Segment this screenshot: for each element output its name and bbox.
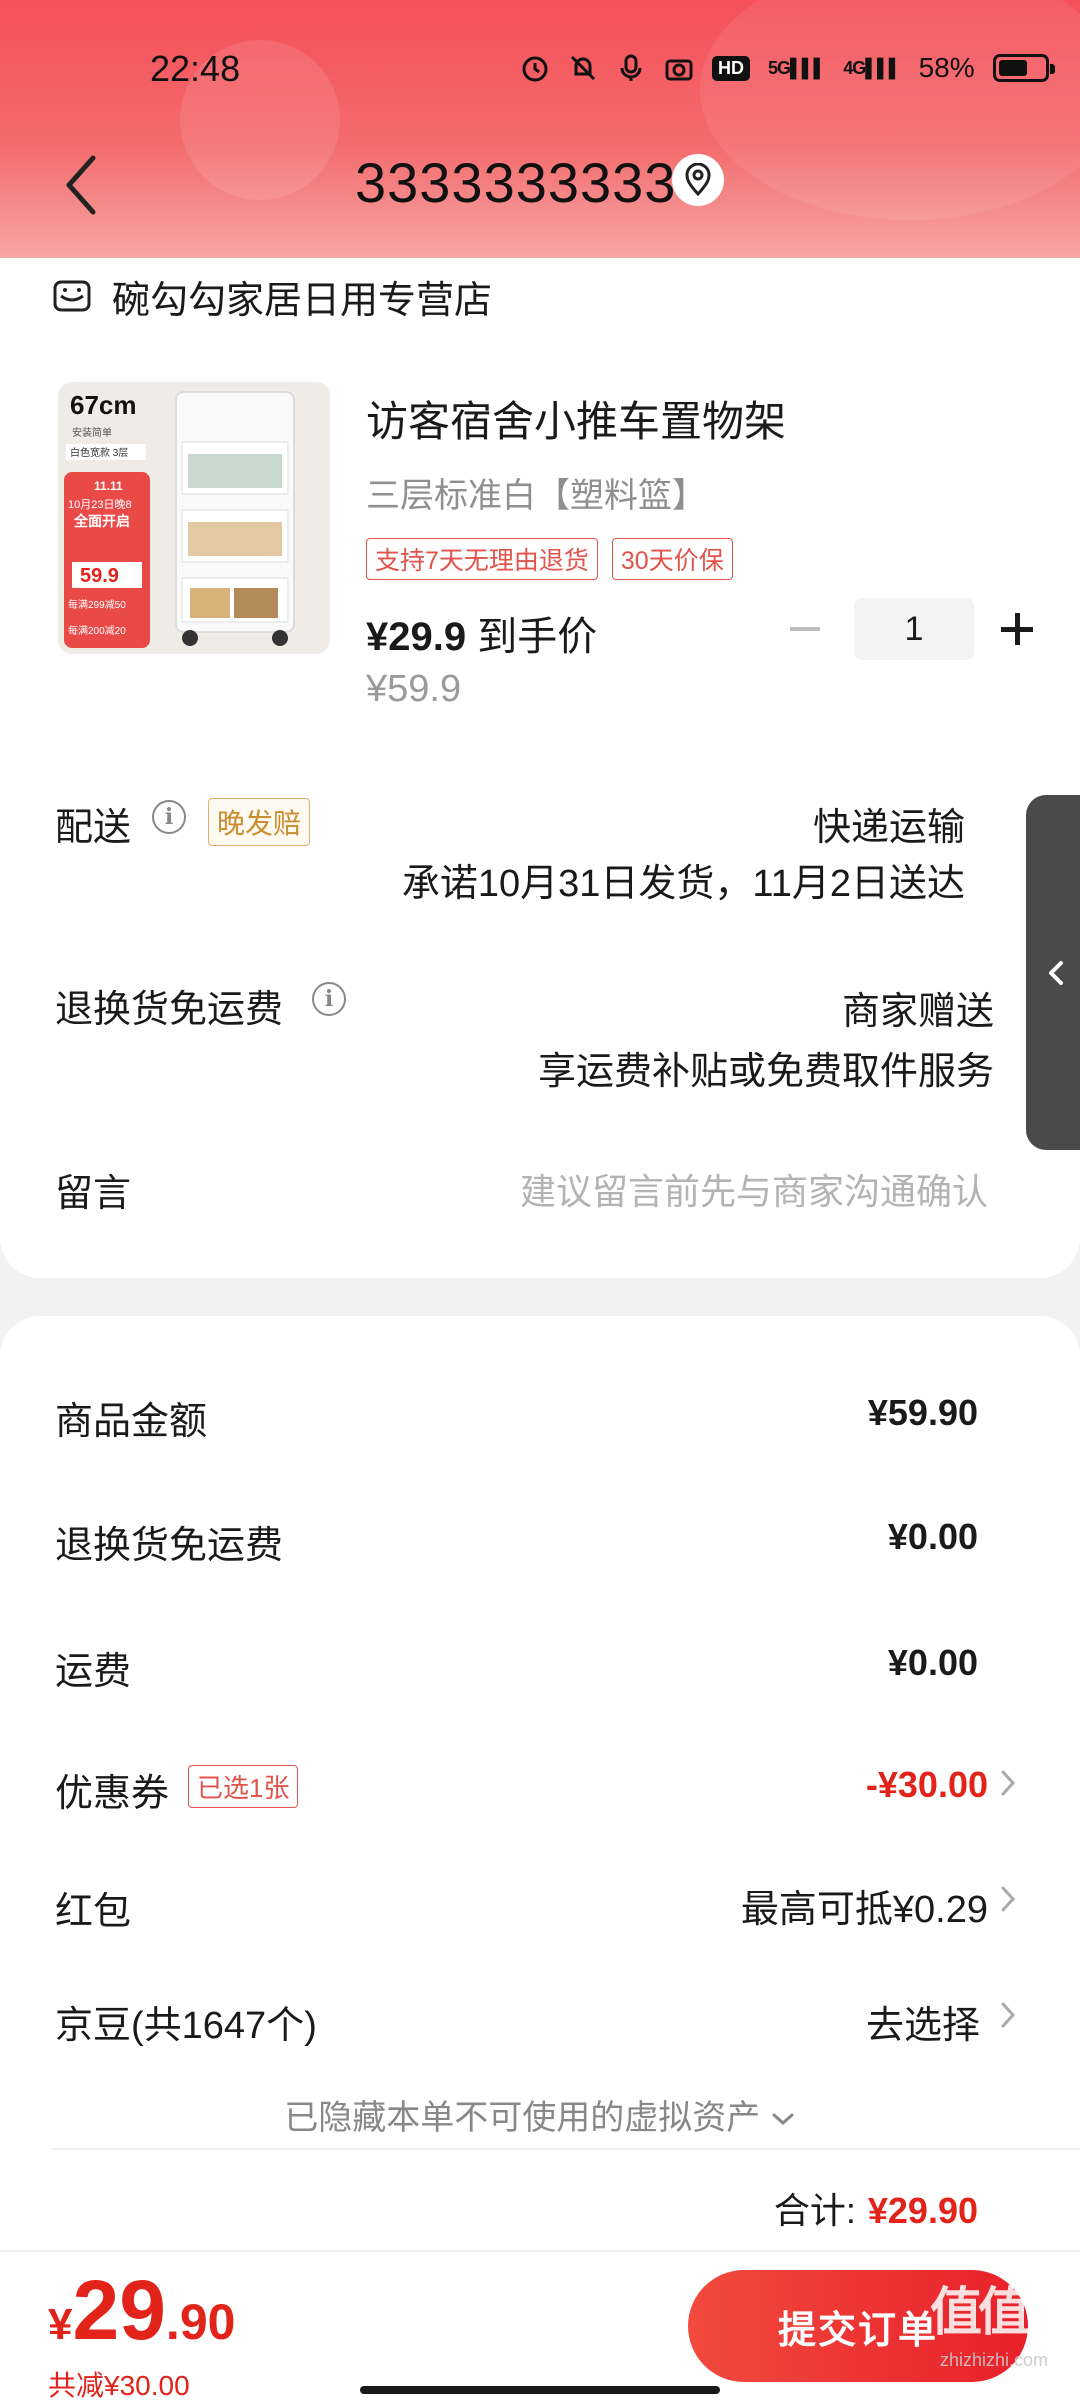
mic-icon	[616, 53, 646, 83]
product-spec[interactable]: 三层标准白【塑料篮】	[366, 468, 706, 517]
chevron-down-icon	[772, 2113, 794, 2126]
location-button[interactable]	[672, 154, 724, 206]
back-button[interactable]	[55, 150, 115, 220]
final-price-value: ¥29.9	[366, 615, 467, 659]
status-icons: HD 5G▌▌▌ 4G▌▌▌ 58%	[520, 52, 1055, 84]
chevron-left-icon	[66, 155, 96, 215]
chevron-right-icon[interactable]	[998, 1882, 1018, 1916]
shelf-cart-illustration	[175, 391, 295, 646]
img-layers-text: 白色宽款 3层	[70, 446, 128, 459]
jingdou-label: 京豆(共1647个)	[55, 2005, 317, 2047]
network-label-2: 4G	[843, 57, 866, 78]
status-bar: 22:48 HD 5G▌▌▌ 4G▌▌▌ 58%	[0, 40, 1080, 104]
img-promo-2: 每满200减20	[68, 624, 126, 637]
watermark-site: zhizhizhi.com	[940, 2350, 1049, 2370]
location-pin-icon	[685, 163, 711, 197]
delivery-method[interactable]: 快递运输	[813, 796, 965, 851]
payable-price: ¥ 29 .90	[48, 2262, 235, 2359]
chevron-right-icon[interactable]	[998, 1766, 1018, 1800]
signal-5g-icon: 5G▌▌▌	[768, 57, 826, 78]
divider	[52, 2148, 1080, 2150]
return-fee-value: ¥0.00	[887, 1516, 978, 1557]
return-shipping-desc: 享运费补贴或免费取件服务	[537, 1051, 994, 1093]
address-title[interactable]: 3333333333	[355, 150, 676, 215]
minus-icon	[790, 627, 820, 631]
delivery-promise[interactable]: 承诺10月31日发货，11月2日送达	[402, 852, 965, 907]
img-event-text: 11.11	[94, 479, 123, 493]
goods-amount-label: 商品金额	[55, 1401, 208, 1443]
message-label: 留言	[55, 1173, 132, 1215]
shipping-fee-value: ¥0.00	[887, 1642, 978, 1683]
img-promo-price: 59.9	[80, 565, 119, 587]
tag-price-protect: 30天价保	[611, 538, 733, 580]
total-saved: 共减¥30.00	[48, 2370, 190, 2400]
img-promo-1: 每满299减50	[68, 598, 126, 611]
battery-percent: 58%	[918, 52, 975, 83]
original-price: ¥59.9	[366, 668, 462, 710]
delivery-label: 配送	[55, 807, 132, 849]
shop-row[interactable]: 碗勾勾家居日用专营店	[52, 266, 492, 326]
goods-amount-value: ¥59.90	[867, 1392, 978, 1433]
coupon-selected-tag: 已选1张	[188, 1765, 299, 1808]
quantity-minus-button[interactable]	[780, 604, 830, 654]
message-input[interactable]: 建议留言前先与商家沟通确认	[520, 1163, 988, 1215]
home-indicator[interactable]	[360, 2386, 720, 2394]
final-price-suffix: 到手价	[466, 615, 598, 659]
hidden-assets-text: 已隐藏本单不可使用的虚拟资产	[284, 2099, 761, 2137]
delivery-info-icon[interactable]: i	[152, 800, 186, 834]
shipping-fee-label: 运费	[55, 1651, 132, 1693]
signal-4g-icon: 4G▌▌▌	[843, 57, 901, 78]
total-label: 合计:	[773, 2190, 856, 2231]
img-size-text: 67cm	[70, 390, 137, 420]
shop-name: 碗勾勾家居日用专营店	[112, 279, 493, 322]
hidden-assets-toggle[interactable]: 已隐藏本单不可使用的虚拟资产	[0, 2090, 1080, 2139]
side-drawer-tab[interactable]	[1026, 795, 1080, 1150]
status-time: 22:48	[150, 48, 241, 89]
red-packet-label: 红包	[55, 1891, 132, 1933]
total-row: 合计: ¥29.90	[774, 2182, 978, 2234]
payable-currency: ¥	[48, 2300, 73, 2349]
shop-icon	[53, 280, 91, 312]
return-info-icon[interactable]: i	[312, 982, 346, 1016]
final-price: ¥29.9 到手价	[366, 604, 597, 662]
payable-decimal: .90	[165, 2294, 236, 2350]
product-image[interactable]: 67cm 安装简单 白色宽款 3层 11.11 10月23日晚8 全面开启 59…	[58, 382, 330, 654]
coupon-label: 优惠券	[55, 1773, 170, 1815]
quantity-input[interactable]: 1	[854, 598, 974, 660]
total-value: ¥29.90	[867, 2190, 978, 2231]
img-install-text: 安装简单	[72, 426, 112, 439]
return-shipping-value: 商家赠送	[841, 991, 994, 1033]
network-label: 5G	[768, 57, 791, 78]
bottom-bar: ¥ 29 .90 共减¥30.00 提交订单	[0, 2250, 1080, 2400]
quantity-plus-button[interactable]	[992, 604, 1042, 654]
coupon-value[interactable]: -¥30.00	[866, 1764, 988, 1806]
order-item-card: 碗勾勾家居日用专营店 67cm 安装简单 白色宽款 3层 11.11 10月23…	[0, 258, 1080, 1278]
alarm-icon	[520, 53, 550, 83]
return-fee-label: 退换货免运费	[55, 1525, 284, 1567]
tag-return: 支持7天无理由退货	[366, 538, 598, 580]
chevron-left-icon	[1049, 960, 1063, 985]
red-packet-value[interactable]: 最高可抵¥0.29	[741, 1878, 988, 1933]
payable-integer: 29	[72, 2263, 166, 2357]
header: 22:48 HD 5G▌▌▌ 4G▌▌▌ 58% 3333333333	[0, 0, 1080, 260]
quantity-stepper: 1	[780, 598, 1042, 660]
product-tags: 支持7天无理由退货 30天价保	[366, 538, 733, 580]
img-event-start: 全面开启	[73, 513, 130, 529]
camera-icon	[664, 53, 694, 83]
late-ship-tag[interactable]: 晚发赔	[208, 798, 311, 846]
product-title[interactable]: 访客宿舍小推车置物架	[366, 388, 786, 449]
nav-bar: 3333333333	[0, 140, 1080, 230]
jingdou-value[interactable]: 去选择	[866, 1994, 980, 2049]
hd-voice-icon: HD	[712, 55, 750, 81]
img-event-date: 10月23日晚8	[68, 498, 132, 511]
return-shipping-label: 退换货免运费	[55, 989, 284, 1031]
mute-bell-icon	[568, 53, 598, 83]
chevron-right-icon[interactable]	[998, 1998, 1018, 2032]
watermark-logo: 值值值 zhizhizhi.com	[930, 2270, 1080, 2400]
watermark-mark: 值值值	[930, 2284, 1078, 2342]
battery-icon	[992, 54, 1055, 82]
